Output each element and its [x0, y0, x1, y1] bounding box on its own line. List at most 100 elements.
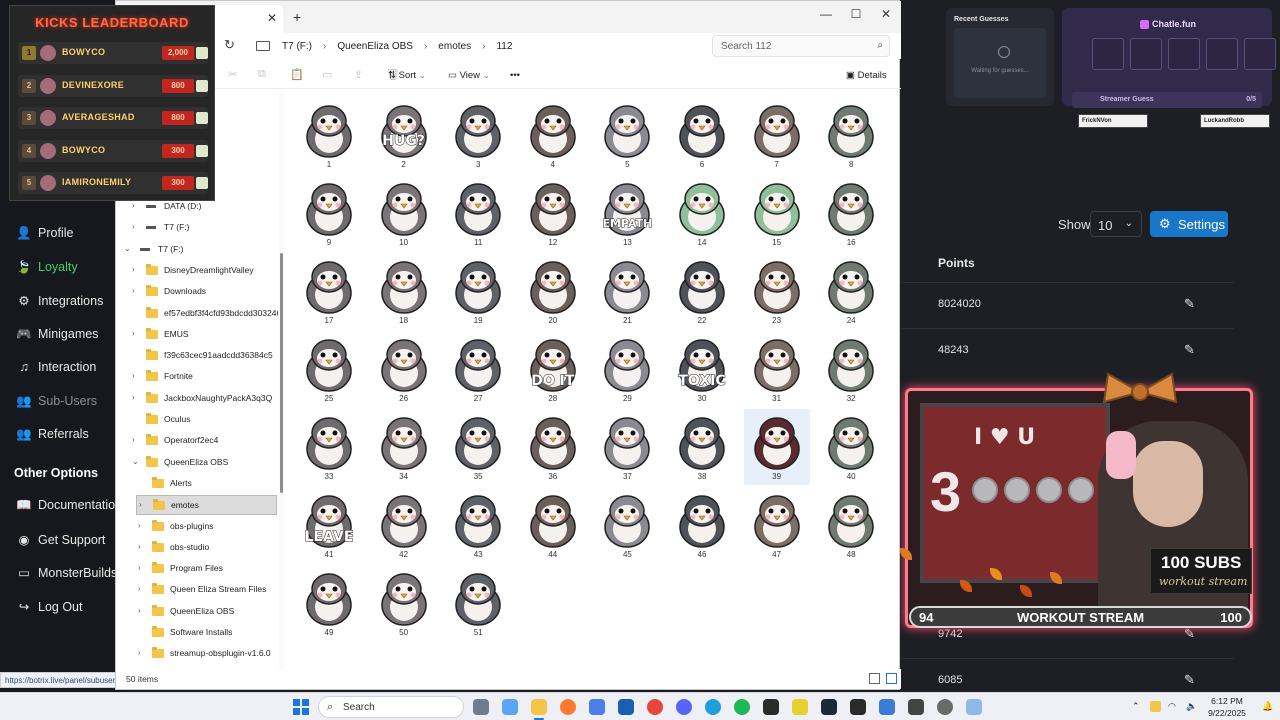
share-icon[interactable]: ⇪ — [354, 68, 363, 81]
emote-file[interactable]: 38 — [669, 409, 735, 485]
chevron-down-icon[interactable]: ⌄ — [132, 457, 139, 466]
emote-file[interactable]: 7 — [744, 97, 810, 173]
emote-file[interactable]: 16 — [818, 175, 884, 251]
emote-file[interactable]: 32 — [818, 331, 884, 407]
emote-file[interactable]: 12 — [520, 175, 586, 251]
view-button[interactable]: ▭ View ⌄ — [448, 70, 490, 81]
emote-file[interactable]: 44 — [520, 487, 586, 563]
minimize-icon[interactable]: — — [814, 7, 838, 21]
emote-file[interactable]: 10 — [371, 175, 437, 251]
cut-icon[interactable]: ✂ — [228, 68, 237, 81]
breadcrumb-item[interactable]: 112 — [496, 41, 512, 52]
emote-file[interactable]: 33 — [296, 409, 362, 485]
tree-item[interactable]: › Operatorf2ec4 — [116, 431, 278, 451]
tray-app-icon[interactable] — [1150, 701, 1161, 712]
sidebar-item-sub-users[interactable]: 👥 Sub-Users — [16, 394, 97, 409]
tree-item[interactable]: › EMUS — [116, 325, 278, 345]
close-window-icon[interactable]: ✕ — [874, 7, 898, 21]
tree-item[interactable]: › obs-plugins — [116, 517, 278, 537]
chevron-right-icon[interactable]: › — [132, 435, 135, 444]
chevron-right-icon[interactable]: › — [138, 563, 141, 572]
sidebar-item-loyalty[interactable]: 🍃 Loyalty — [16, 260, 77, 275]
tree-item[interactable]: › JackboxNaughtyPackA3q3Q — [116, 389, 278, 409]
settings-icon[interactable] — [937, 699, 953, 715]
sidebar-item-referrals[interactable]: 👥 Referrals — [16, 427, 89, 442]
paste-icon[interactable]: 📋 — [290, 68, 304, 81]
emote-file[interactable]: 8 — [818, 97, 884, 173]
sidebar-item-profile[interactable]: 👤 Profile — [16, 226, 73, 241]
tree-item[interactable]: Software Installs — [116, 623, 278, 643]
taskbar-search[interactable]: ⌕ Search — [318, 696, 464, 718]
chevron-right-icon[interactable]: › — [132, 265, 135, 274]
emote-file[interactable]: 15 — [744, 175, 810, 251]
emote-file[interactable]: 25 — [296, 331, 362, 407]
edit-pencil-icon[interactable]: ✎ — [1184, 672, 1195, 688]
emote-file[interactable]: 3 — [445, 97, 511, 173]
large-icons-view-icon[interactable] — [886, 673, 897, 684]
epic-games-icon[interactable] — [850, 699, 866, 715]
emote-file[interactable]: 51 — [445, 565, 511, 641]
emote-file[interactable]: 21 — [594, 253, 660, 329]
breadcrumb-item[interactable]: QueenEliza OBS — [337, 41, 413, 52]
emote-file[interactable]: 27 — [445, 331, 511, 407]
discord-icon[interactable] — [676, 699, 692, 715]
emote-file[interactable]: 50 — [371, 565, 437, 641]
emote-file[interactable]: EMPATH 13 — [594, 175, 660, 251]
emote-file[interactable]: 46 — [669, 487, 735, 563]
maximize-icon[interactable]: ☐ — [844, 7, 868, 21]
chrome-icon[interactable] — [647, 699, 663, 715]
edit-pencil-icon[interactable]: ✎ — [1184, 296, 1195, 312]
emote-file[interactable]: 20 — [520, 253, 586, 329]
steam-icon[interactable] — [821, 699, 837, 715]
emote-file[interactable]: 9 — [296, 175, 362, 251]
refresh-icon[interactable]: ↻ — [224, 37, 235, 53]
emote-file[interactable]: 29 — [594, 331, 660, 407]
tree-item[interactable]: › Queen Eliza Stream Files — [116, 580, 278, 600]
emote-file[interactable]: 47 — [744, 487, 810, 563]
sidebar-item-documentation[interactable]: 📖 Documentation — [16, 498, 122, 513]
chevron-right-icon[interactable]: › — [132, 393, 135, 402]
tree-item[interactable]: ef57edbf3f4cfd93bdcdd303246bb — [116, 304, 278, 324]
tree-item[interactable]: › T7 (F:) — [116, 218, 278, 238]
app-icon[interactable] — [966, 699, 982, 715]
emote-file[interactable]: 42 — [371, 487, 437, 563]
tree-item[interactable]: ⌄ T7 (F:) — [116, 240, 278, 260]
edit-pencil-icon[interactable]: ✎ — [1184, 342, 1195, 358]
tree-item[interactable]: Oculus — [116, 410, 278, 430]
copilot-icon[interactable] — [502, 699, 518, 715]
notification-bell-icon[interactable]: 🔔 — [1262, 701, 1273, 712]
emote-file[interactable]: 49 — [296, 565, 362, 641]
more-options-button[interactable]: ••• — [510, 70, 520, 81]
sidebar-item-minigames[interactable]: 🎮 Minigames — [16, 327, 98, 342]
tree-item[interactable]: › DisneyDreamlightValley — [116, 261, 278, 281]
close-tab-icon[interactable]: ✕ — [267, 11, 277, 25]
chevron-right-icon[interactable]: › — [139, 500, 142, 509]
emote-file[interactable]: 5 — [594, 97, 660, 173]
tab-current[interactable]: ✕ — [213, 5, 283, 33]
emote-file[interactable]: 19 — [445, 253, 511, 329]
chevron-right-icon[interactable]: › — [138, 521, 141, 530]
emote-file[interactable]: 48 — [818, 487, 884, 563]
tree-item[interactable]: › Program Files — [116, 559, 278, 579]
tree-item[interactable]: ⌄ QueenEliza OBS — [116, 453, 278, 473]
chevron-right-icon[interactable]: › — [132, 286, 135, 295]
tree-item[interactable]: › Fortnite — [116, 367, 278, 387]
chevron-right-icon[interactable]: › — [132, 329, 135, 338]
chevron-right-icon[interactable]: › — [132, 201, 135, 210]
breadcrumb-item[interactable]: emotes — [438, 41, 471, 52]
emote-file[interactable]: TOXIC 30 — [669, 331, 735, 407]
emote-file[interactable]: 17 — [296, 253, 362, 329]
clock[interactable]: 6:12 PM 9/22/2025 — [1198, 695, 1256, 719]
tree-item[interactable]: Alerts — [116, 474, 278, 494]
task-view-icon[interactable] — [473, 699, 489, 715]
settings-button[interactable]: ⚙ Settings — [1150, 211, 1228, 237]
emote-file[interactable]: 39 — [743, 409, 810, 485]
sidebar-item-log-out[interactable]: ↪ Log Out — [16, 599, 83, 614]
chevron-right-icon[interactable]: › — [138, 542, 141, 551]
chevron-up-icon[interactable]: ⌃ — [1132, 701, 1143, 712]
obs-icon[interactable] — [908, 699, 924, 715]
emote-file[interactable]: 22 — [669, 253, 735, 329]
emote-file[interactable]: 31 — [744, 331, 810, 407]
tree-item[interactable]: › emotes — [136, 495, 277, 516]
volume-icon[interactable]: 🔈 — [1186, 701, 1197, 712]
